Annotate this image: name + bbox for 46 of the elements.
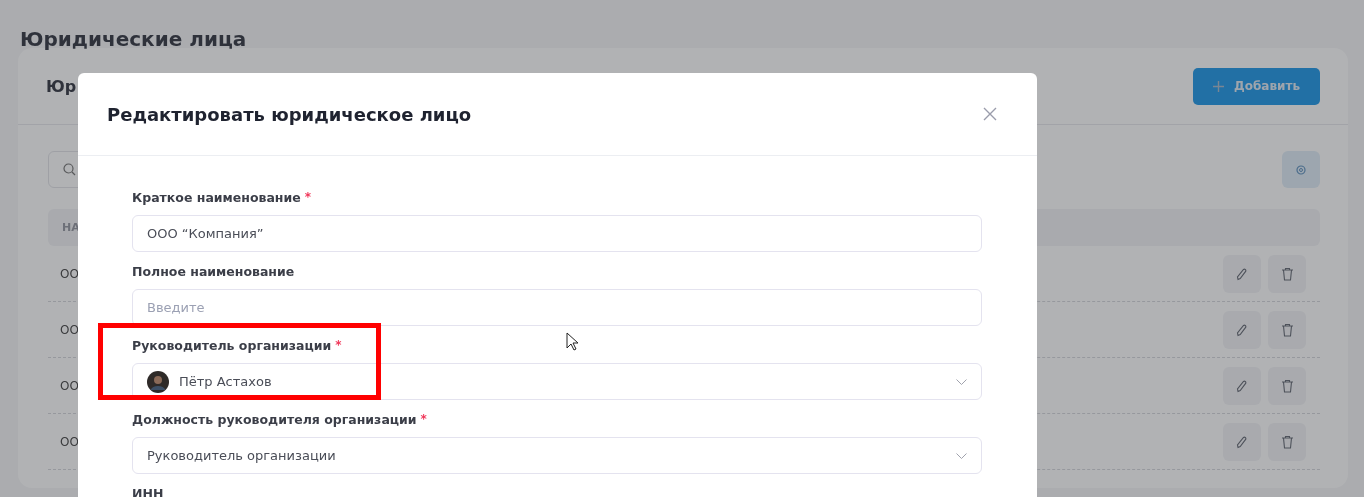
edit-button[interactable] [1223,254,1261,293]
required-mark: * [335,338,342,352]
close-icon [983,107,997,121]
required-mark: * [304,190,311,204]
page-title: Юридические лица [19,26,248,48]
pencil-icon [1236,378,1248,393]
delete-button[interactable] [1268,366,1306,405]
trash-icon [1280,322,1294,337]
table-cell: ОО [60,378,79,393]
field-value: Руководитель организации [147,448,336,463]
edit-button[interactable] [1223,366,1261,405]
field-label: Руководитель организации [132,338,332,353]
required-mark: * [420,412,427,426]
chevron-down-icon [956,452,967,459]
card-title: Юр [46,76,77,96]
plus-icon [1213,80,1225,92]
delete-button[interactable] [1268,310,1306,349]
delete-button[interactable] [1268,254,1306,293]
settings-button[interactable] [1282,151,1320,188]
search-icon [63,163,76,176]
table-cell: ОО [60,266,79,281]
field-value: ООО “Компания” [147,226,264,241]
table-cell: ОО [60,322,79,337]
edit-button[interactable] [1223,422,1261,461]
settings-icon [1296,164,1306,175]
close-button[interactable] [981,105,999,123]
select-field[interactable]: Пётр Астахов [132,363,982,400]
field-value: Пётр Астахов [179,374,272,389]
field-label: Должность руководителя организации [132,412,417,427]
delete-button[interactable] [1268,422,1306,461]
table-cell: ОО [60,434,79,449]
trash-icon [1280,378,1294,393]
edit-button[interactable] [1223,310,1261,349]
pencil-icon [1236,266,1248,281]
dialog-title: Редактировать юридическое лицо [107,103,472,125]
pencil-icon [1236,434,1248,449]
field-label: Краткое наименование [132,190,301,205]
pencil-icon [1236,322,1248,337]
field-placeholder: Введите [147,300,205,315]
chevron-down-icon [956,378,967,385]
trash-icon [1280,266,1294,281]
cursor-icon [566,332,579,351]
field-label: Полное наименование [132,264,295,279]
select-field[interactable]: Руководитель организации [132,437,982,474]
trash-icon [1280,434,1294,449]
input-field[interactable]: ООО “Компания” [132,215,982,252]
